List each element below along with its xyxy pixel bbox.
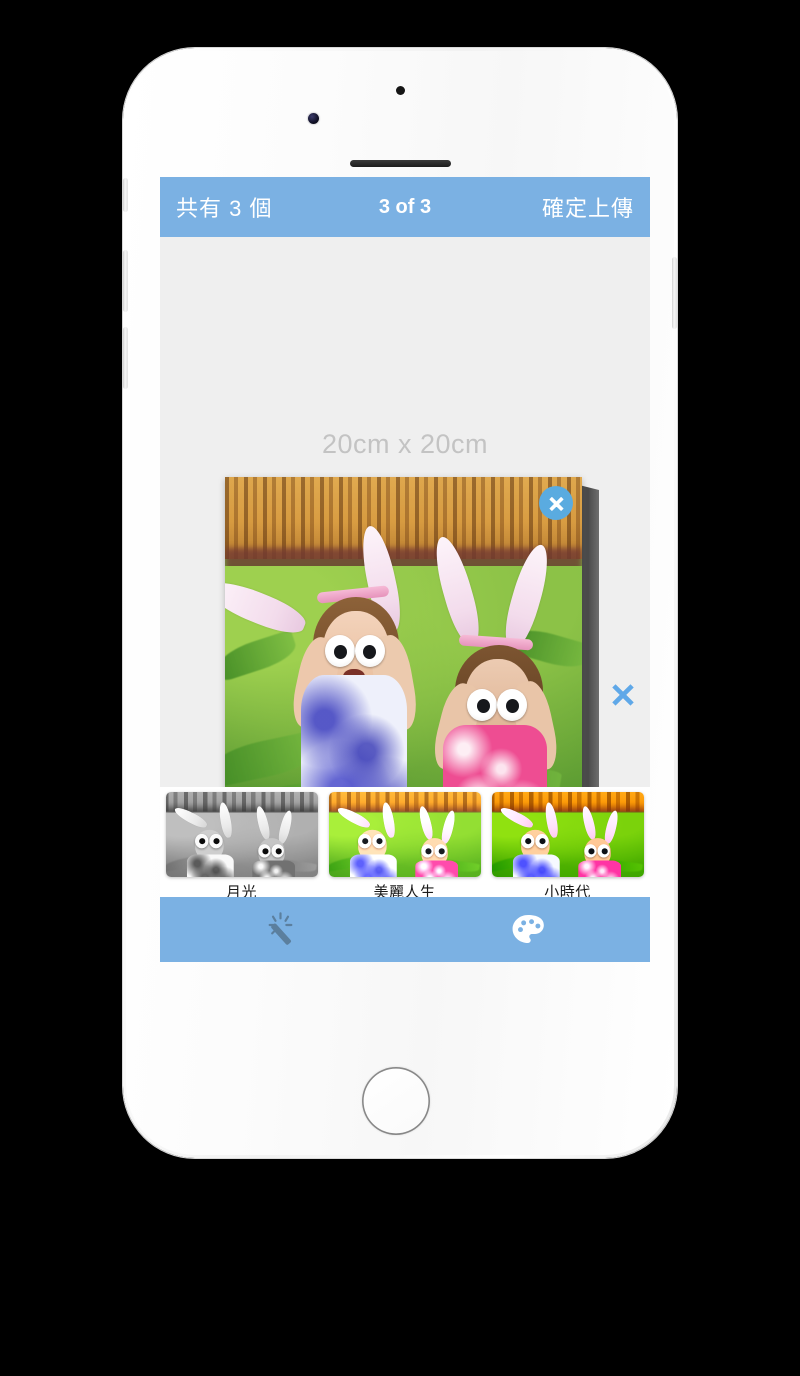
filter-thumbnail-1[interactable] <box>328 792 481 877</box>
volume-up-button[interactable] <box>123 250 128 312</box>
magic-wand-button[interactable] <box>160 897 405 962</box>
canvas-product-preview[interactable] <box>225 477 599 848</box>
close-x-icon <box>612 684 634 706</box>
front-camera-icon <box>308 113 319 124</box>
filter-label-2: 小時代 <box>544 884 591 897</box>
phone-screen: 共有 3 個 3 of 3 確定上傳 20cm x 20cm 月光 美麗人生 小… <box>160 177 650 962</box>
filter-thumbnail-2[interactable] <box>491 792 644 877</box>
filter-item-1[interactable]: 美麗人生 <box>323 787 486 897</box>
palette-button[interactable] <box>405 897 650 962</box>
app-navbar: 共有 3 個 3 of 3 確定上傳 <box>160 177 650 237</box>
silent-switch-button[interactable] <box>123 178 128 212</box>
proximity-sensor-icon <box>396 86 405 95</box>
filter-label-0: 月光 <box>225 884 257 897</box>
confirm-upload-button[interactable]: 確定上傳 <box>542 191 634 223</box>
magic-wand-icon <box>268 911 292 945</box>
power-button[interactable] <box>672 257 677 329</box>
filter-label-1: 美麗人生 <box>373 884 436 897</box>
close-overlay-button[interactable] <box>603 674 643 714</box>
filter-item-0[interactable]: 月光 <box>160 787 323 897</box>
home-button[interactable] <box>362 1067 430 1135</box>
main-photo <box>225 477 582 834</box>
phone-device: 共有 3 個 3 of 3 確定上傳 20cm x 20cm 月光 美麗人生 小… <box>123 48 677 1158</box>
filter-thumbnail-0[interactable] <box>165 792 318 877</box>
phone-body: 共有 3 個 3 of 3 確定上傳 20cm x 20cm 月光 美麗人生 小… <box>123 51 677 1155</box>
palette-icon <box>512 914 544 943</box>
remove-photo-button[interactable] <box>539 486 573 520</box>
close-x-circle-icon <box>549 496 563 511</box>
total-count-label: 共有 3 個 <box>176 196 273 221</box>
filter-thumbnail-strip[interactable]: 月光 美麗人生 小時代 <box>160 787 650 897</box>
canvas-preview-area: 20cm x 20cm <box>160 237 650 848</box>
filter-item-2[interactable]: 小時代 <box>486 787 649 897</box>
canvas-size-label: 20cm x 20cm <box>321 429 489 459</box>
canvas-photo-face[interactable] <box>225 477 582 834</box>
bottom-toolbar <box>160 897 650 962</box>
volume-down-button[interactable] <box>123 327 128 389</box>
earpiece-speaker-icon <box>350 160 451 167</box>
